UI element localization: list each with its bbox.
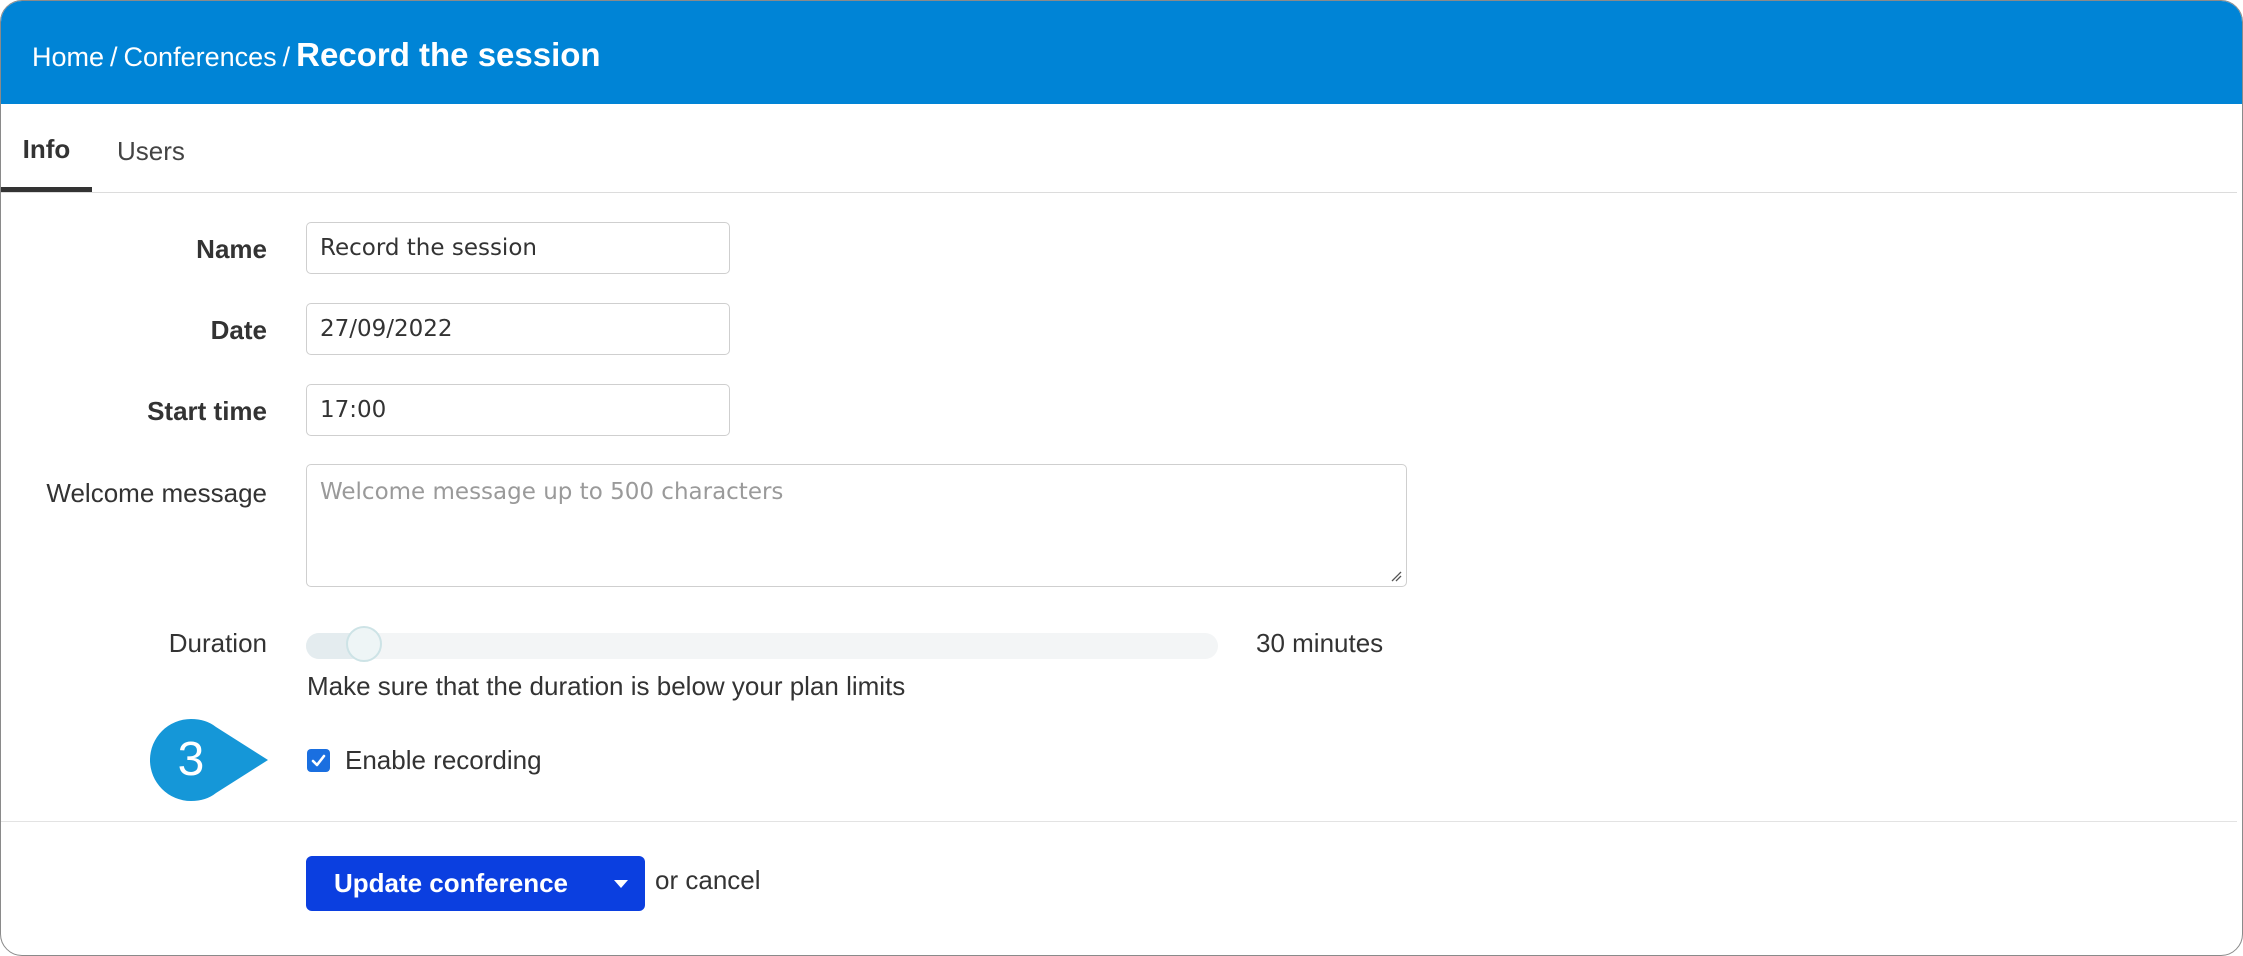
- welcome-message-textarea[interactable]: Welcome message up to 500 characters: [306, 464, 1407, 587]
- welcome-message-placeholder: Welcome message up to 500 characters: [320, 479, 784, 505]
- tab-users-label: Users: [117, 136, 185, 166]
- start-time-input[interactable]: 17:00: [306, 384, 730, 436]
- tab-bar: Info Users: [1, 104, 2237, 193]
- caret-down-icon: [614, 880, 628, 888]
- resize-handle-icon[interactable]: [1390, 570, 1402, 582]
- checkmark-icon: [311, 754, 326, 767]
- cancel-link[interactable]: cancel: [685, 865, 760, 895]
- date-label: Date: [210, 315, 267, 345]
- start-time-label: Start time: [147, 396, 267, 426]
- duration-hint: Make sure that the duration is below you…: [307, 671, 906, 701]
- page-header: Home / Conferences / Record the session: [1, 1, 2242, 104]
- step-number-badge: 3: [149, 719, 280, 801]
- duration-slider-thumb[interactable]: [345, 626, 382, 662]
- duration-slider[interactable]: [306, 626, 1218, 662]
- or-cancel-text: or cancel: [655, 865, 761, 896]
- breadcrumb-separator: /: [110, 42, 118, 72]
- date-input[interactable]: 27/09/2022: [306, 303, 730, 355]
- conference-edit-panel: Home / Conferences / Record the session Info…: [0, 0, 2243, 956]
- duration-label: Duration: [168, 628, 267, 658]
- breadcrumb-separator: /: [282, 42, 291, 72]
- tab-users[interactable]: Users: [117, 104, 185, 191]
- name-input[interactable]: Record the session: [306, 222, 730, 274]
- breadcrumb: Home / Conferences / Record the session: [32, 35, 601, 77]
- form-divider: [1, 821, 2237, 822]
- page-title: Record the session: [296, 36, 601, 73]
- update-conference-button[interactable]: Update conference: [306, 856, 596, 911]
- active-tab-indicator: [1, 187, 92, 192]
- enable-recording-label[interactable]: Enable recording: [345, 745, 542, 776]
- update-conference-button-group: Update conference: [306, 856, 645, 911]
- welcome-message-label: Welcome message: [46, 478, 267, 508]
- step-number: 3: [177, 733, 205, 786]
- tab-info[interactable]: Info: [1, 104, 92, 192]
- breadcrumb-home-link[interactable]: Home: [32, 42, 104, 72]
- enable-recording-checkbox[interactable]: [307, 749, 330, 772]
- tab-info-label: Info: [22, 134, 71, 164]
- breadcrumb-conferences-link[interactable]: Conferences: [124, 42, 277, 72]
- duration-value: 30 minutes: [1256, 628, 1384, 658]
- name-label: Name: [196, 234, 267, 264]
- or-text: or: [655, 865, 679, 895]
- more-actions-dropdown-button[interactable]: [596, 856, 645, 911]
